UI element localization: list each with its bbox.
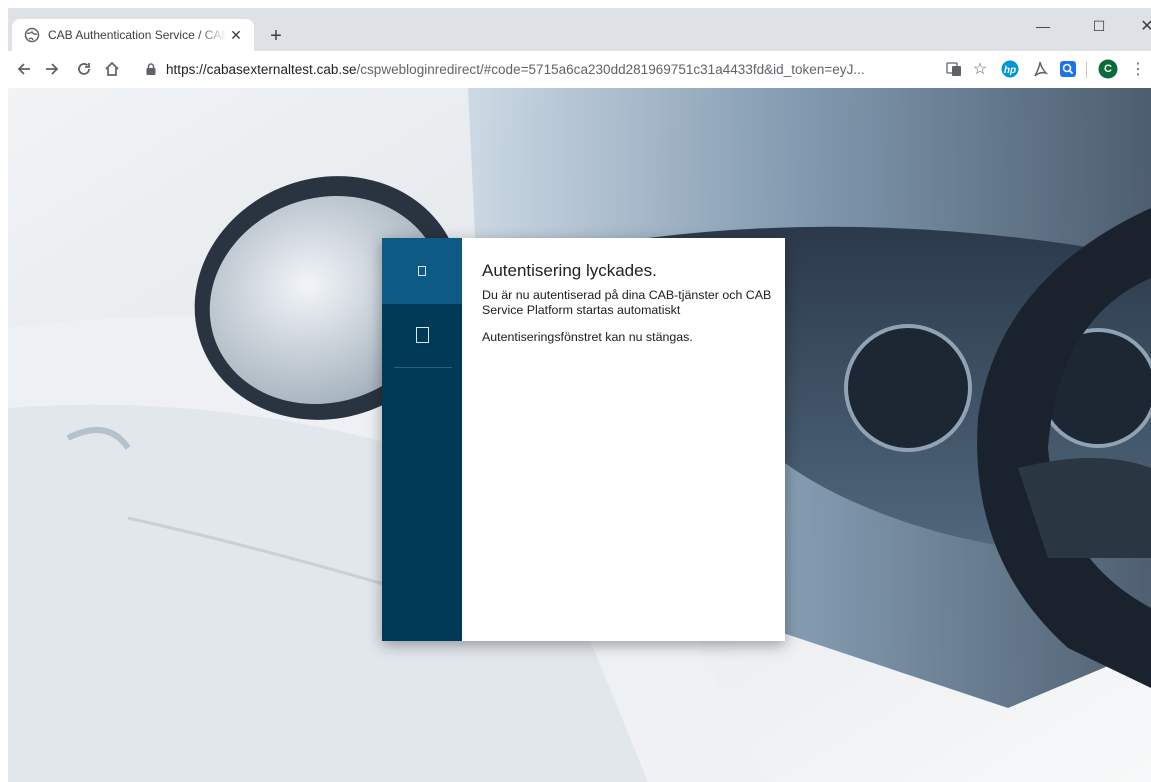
- tab-close-icon[interactable]: ✕: [228, 27, 244, 43]
- address-bar[interactable]: https://cabasexternaltest.cab.se/cspwebl…: [138, 55, 928, 83]
- globe-icon: [24, 27, 40, 43]
- url-host: https://cabasexternaltest.cab.se: [166, 61, 357, 77]
- toolbar-separator: [1086, 62, 1087, 78]
- placeholder-glyph-icon: [418, 266, 426, 276]
- profile-avatar[interactable]: C: [1098, 59, 1118, 79]
- new-tab-button[interactable]: +: [264, 24, 288, 48]
- tab-strip: CAB Authentication Service / CAB Service…: [8, 8, 1151, 51]
- maximize-button[interactable]: ☐: [1082, 14, 1116, 38]
- active-tab[interactable]: CAB Authentication Service / CAB Service…: [12, 19, 254, 51]
- browser-window: CAB Authentication Service / CAB Service…: [8, 8, 1151, 782]
- placeholder-glyph-icon: [415, 327, 429, 343]
- minimize-button[interactable]: —: [1026, 14, 1060, 38]
- reload-icon[interactable]: [72, 57, 96, 81]
- forward-icon[interactable]: [40, 57, 64, 81]
- page-viewport: Autentisering lyckades. Du är nu autenti…: [8, 88, 1151, 782]
- menu-kebab-icon[interactable]: ⋮: [1128, 59, 1148, 79]
- acrobat-extension-icon[interactable]: [1030, 59, 1050, 79]
- dialog-title: Autentisering lyckades.: [482, 261, 657, 280]
- sidebar-item-secondary[interactable]: [382, 304, 462, 366]
- auth-dialog: Autentisering lyckades. Du är nu autenti…: [382, 238, 785, 641]
- translate-icon[interactable]: [944, 59, 964, 79]
- svg-text:hp: hp: [1004, 65, 1016, 76]
- dialog-content: Autentisering lyckades. Du är nu autenti…: [482, 260, 772, 345]
- browser-toolbar: https://cabasexternaltest.cab.se/cspwebl…: [8, 51, 1151, 88]
- lock-icon[interactable]: [144, 62, 158, 76]
- url-text[interactable]: https://cabasexternaltest.cab.se/cspwebl…: [166, 62, 904, 77]
- hp-extension-icon[interactable]: hp: [1000, 59, 1020, 79]
- dialog-sidebar: [382, 238, 462, 641]
- back-icon[interactable]: [12, 57, 36, 81]
- dialog-message: Du är nu autentiserad på dina CAB-tjänst…: [482, 288, 772, 317]
- bookmark-star-icon[interactable]: ☆: [970, 59, 990, 79]
- sidebar-divider: [394, 367, 452, 368]
- search-extension-icon[interactable]: [1058, 59, 1078, 79]
- url-path: /cspwebloginredirect/#code=5715a6ca230dd…: [356, 61, 865, 77]
- sidebar-item-active[interactable]: [382, 238, 462, 304]
- tab-title: CAB Authentication Service / CAB Service…: [48, 28, 226, 42]
- avatar-letter: C: [1104, 63, 1112, 75]
- dialog-close-hint: Autentiseringsfönstret kan nu stängas.: [482, 330, 693, 344]
- close-window-button[interactable]: ✕: [1130, 14, 1151, 38]
- home-icon[interactable]: [100, 57, 124, 81]
